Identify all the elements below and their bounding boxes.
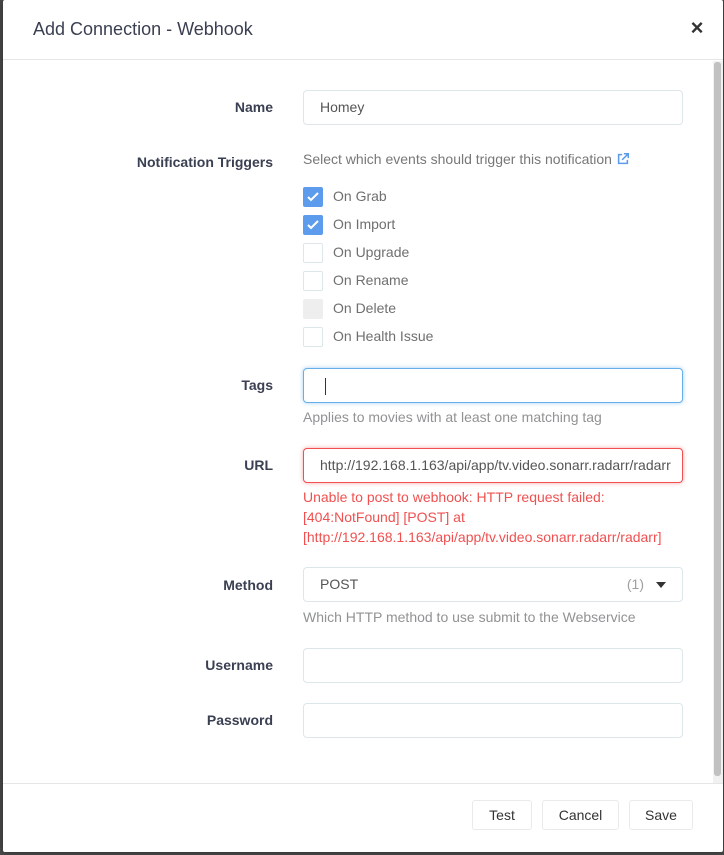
modal-header: Add Connection - Webhook ×	[3, 0, 723, 60]
name-label: Name	[234, 99, 273, 115]
username-label: Username	[205, 657, 273, 673]
on-health-issue-checkbox[interactable]	[303, 327, 323, 347]
method-select[interactable]: POST (1)	[303, 567, 683, 602]
close-icon[interactable]: ×	[685, 16, 709, 40]
url-input-value: http://192.168.1.163/api/app/tv.video.so…	[320, 457, 671, 473]
check-icon	[307, 220, 319, 230]
on-upgrade-label: On Upgrade	[333, 244, 410, 260]
url-label: URL	[244, 457, 273, 473]
on-upgrade-checkbox[interactable]	[303, 243, 323, 263]
method-option-count: (1)	[626, 576, 644, 592]
password-input[interactable]	[303, 703, 683, 738]
modal-title: Add Connection - Webhook	[33, 19, 253, 39]
method-label: Method	[223, 577, 273, 593]
test-button[interactable]: Test	[472, 800, 532, 830]
on-delete-checkbox	[303, 299, 323, 319]
external-link-icon[interactable]	[616, 152, 630, 166]
url-error-line: [http://192.168.1.163/api/app/tv.video.s…	[303, 529, 662, 545]
url-input[interactable]: http://192.168.1.163/api/app/tv.video.so…	[303, 448, 683, 483]
text-cursor	[325, 378, 326, 395]
caret-down-icon[interactable]	[656, 582, 666, 588]
on-health-issue-label: On Health Issue	[333, 328, 434, 344]
notification-triggers-help: Select which events should trigger this …	[303, 151, 630, 167]
method-help: Which HTTP method to use submit to the W…	[303, 609, 636, 625]
check-icon	[307, 192, 319, 202]
name-input-value: Homey	[320, 99, 365, 115]
on-grab-checkbox[interactable]	[303, 187, 323, 207]
password-label: Password	[206, 712, 273, 728]
cancel-button[interactable]: Cancel	[542, 800, 619, 830]
username-input[interactable]	[303, 648, 683, 683]
on-rename-label: On Rename	[333, 272, 409, 288]
name-input[interactable]: Homey	[303, 90, 683, 125]
add-connection-modal: Add Connection - Webhook × Name Homey No…	[3, 0, 723, 852]
url-error-line: Unable to post to webhook: HTTP request …	[303, 489, 605, 505]
url-error-line: [404:NotFound] [POST] at	[303, 509, 465, 525]
on-grab-label: On Grab	[333, 188, 387, 204]
notification-triggers-label: Notification Triggers	[136, 154, 273, 170]
method-select-value: POST	[320, 576, 359, 592]
modal-footer: Test Cancel Save	[3, 783, 723, 852]
scrollbar-thumb[interactable]	[714, 62, 721, 776]
notification-triggers-help-text: Select which events should trigger this …	[303, 151, 612, 167]
tags-input[interactable]	[303, 368, 683, 403]
url-error-message: Unable to post to webhook: HTTP request …	[303, 487, 693, 547]
modal-body: Name Homey Notification Triggers Select …	[3, 61, 713, 783]
on-delete-label: On Delete	[333, 300, 397, 316]
on-import-label: On Import	[333, 216, 396, 232]
on-rename-checkbox[interactable]	[303, 271, 323, 291]
on-import-checkbox[interactable]	[303, 215, 323, 235]
save-button[interactable]: Save	[629, 800, 693, 830]
tags-label: Tags	[241, 377, 273, 393]
tags-help: Applies to movies with at least one matc…	[303, 409, 602, 425]
